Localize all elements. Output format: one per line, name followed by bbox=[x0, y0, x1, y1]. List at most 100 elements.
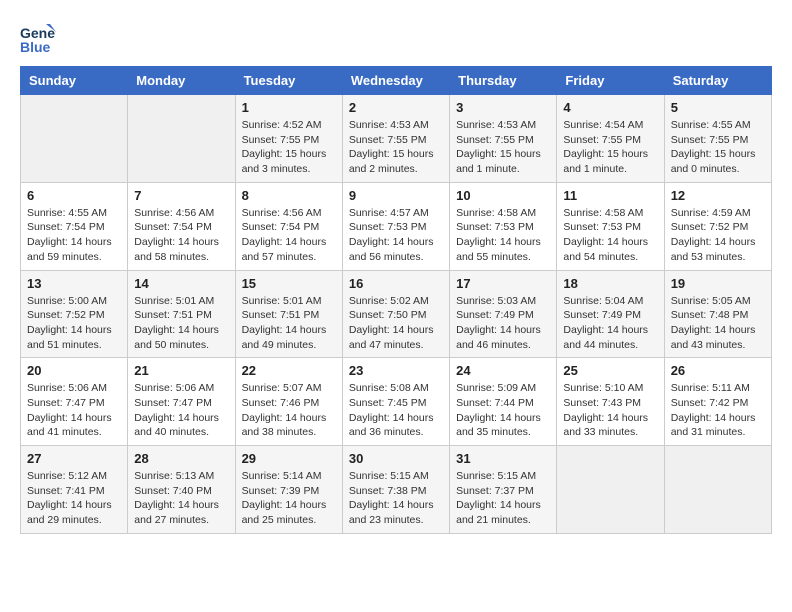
calendar-cell: 27 Sunrise: 5:12 AM Sunset: 7:41 PM Dayli… bbox=[21, 446, 128, 534]
day-number: 8 bbox=[242, 188, 336, 203]
weekday-header: Tuesday bbox=[235, 67, 342, 95]
day-info: Sunrise: 5:04 AM Sunset: 7:49 PM Dayligh… bbox=[563, 294, 657, 353]
day-number: 14 bbox=[134, 276, 228, 291]
day-info: Sunrise: 5:14 AM Sunset: 7:39 PM Dayligh… bbox=[242, 469, 336, 528]
day-number: 24 bbox=[456, 363, 550, 378]
calendar-cell: 3 Sunrise: 4:53 AM Sunset: 7:55 PM Daylig… bbox=[450, 95, 557, 183]
day-info: Sunrise: 4:59 AM Sunset: 7:52 PM Dayligh… bbox=[671, 206, 765, 265]
day-number: 16 bbox=[349, 276, 443, 291]
day-number: 4 bbox=[563, 100, 657, 115]
day-info: Sunrise: 4:58 AM Sunset: 7:53 PM Dayligh… bbox=[563, 206, 657, 265]
day-info: Sunrise: 4:52 AM Sunset: 7:55 PM Dayligh… bbox=[242, 118, 336, 177]
calendar-cell: 2 Sunrise: 4:53 AM Sunset: 7:55 PM Daylig… bbox=[342, 95, 449, 183]
svg-text:Blue: Blue bbox=[20, 39, 51, 55]
calendar-cell: 26 Sunrise: 5:11 AM Sunset: 7:42 PM Dayli… bbox=[664, 358, 771, 446]
day-info: Sunrise: 5:13 AM Sunset: 7:40 PM Dayligh… bbox=[134, 469, 228, 528]
day-number: 30 bbox=[349, 451, 443, 466]
day-info: Sunrise: 5:06 AM Sunset: 7:47 PM Dayligh… bbox=[134, 381, 228, 440]
day-info: Sunrise: 5:01 AM Sunset: 7:51 PM Dayligh… bbox=[242, 294, 336, 353]
day-number: 20 bbox=[27, 363, 121, 378]
logo-icon: General Blue bbox=[20, 20, 56, 56]
day-info: Sunrise: 5:10 AM Sunset: 7:43 PM Dayligh… bbox=[563, 381, 657, 440]
day-number: 1 bbox=[242, 100, 336, 115]
day-info: Sunrise: 4:55 AM Sunset: 7:54 PM Dayligh… bbox=[27, 206, 121, 265]
day-number: 27 bbox=[27, 451, 121, 466]
calendar-cell: 19Sunrise: 5:05 AM Sunset: 7:48 PM Dayli… bbox=[664, 270, 771, 358]
weekday-header: Thursday bbox=[450, 67, 557, 95]
day-number: 3 bbox=[456, 100, 550, 115]
day-info: Sunrise: 5:15 AM Sunset: 7:38 PM Dayligh… bbox=[349, 469, 443, 528]
calendar-cell: 22 Sunrise: 5:07 AM Sunset: 7:46 PM Dayli… bbox=[235, 358, 342, 446]
day-number: 26 bbox=[671, 363, 765, 378]
calendar-cell: 20 Sunrise: 5:06 AM Sunset: 7:47 PM Dayli… bbox=[21, 358, 128, 446]
calendar-cell: 16Sunrise: 5:02 AM Sunset: 7:50 PM Dayli… bbox=[342, 270, 449, 358]
day-info: Sunrise: 5:09 AM Sunset: 7:44 PM Dayligh… bbox=[456, 381, 550, 440]
calendar-cell: 18 Sunrise: 5:04 AM Sunset: 7:49 PM Dayli… bbox=[557, 270, 664, 358]
day-number: 15 bbox=[242, 276, 336, 291]
weekday-header: Saturday bbox=[664, 67, 771, 95]
calendar-cell: 29 Sunrise: 5:14 AM Sunset: 7:39 PM Dayli… bbox=[235, 446, 342, 534]
day-info: Sunrise: 4:53 AM Sunset: 7:55 PM Dayligh… bbox=[456, 118, 550, 177]
weekday-header: Monday bbox=[128, 67, 235, 95]
calendar-cell: 30 Sunrise: 5:15 AM Sunset: 7:38 PM Dayli… bbox=[342, 446, 449, 534]
calendar-cell bbox=[664, 446, 771, 534]
day-number: 25 bbox=[563, 363, 657, 378]
day-number: 22 bbox=[242, 363, 336, 378]
calendar-cell bbox=[557, 446, 664, 534]
day-info: Sunrise: 5:11 AM Sunset: 7:42 PM Dayligh… bbox=[671, 381, 765, 440]
day-info: Sunrise: 4:56 AM Sunset: 7:54 PM Dayligh… bbox=[242, 206, 336, 265]
calendar-cell: 24 Sunrise: 5:09 AM Sunset: 7:44 PM Dayli… bbox=[450, 358, 557, 446]
calendar-cell: 1 Sunrise: 4:52 AM Sunset: 7:55 PM Daylig… bbox=[235, 95, 342, 183]
day-info: Sunrise: 5:06 AM Sunset: 7:47 PM Dayligh… bbox=[27, 381, 121, 440]
calendar-cell: 9Sunrise: 4:57 AM Sunset: 7:53 PM Daylig… bbox=[342, 182, 449, 270]
day-info: Sunrise: 4:56 AM Sunset: 7:54 PM Dayligh… bbox=[134, 206, 228, 265]
calendar-cell: 23 Sunrise: 5:08 AM Sunset: 7:45 PM Dayli… bbox=[342, 358, 449, 446]
calendar-table: SundayMondayTuesdayWednesdayThursdayFrid… bbox=[20, 66, 772, 534]
calendar-cell: 11 Sunrise: 4:58 AM Sunset: 7:53 PM Dayli… bbox=[557, 182, 664, 270]
weekday-header: Wednesday bbox=[342, 67, 449, 95]
calendar-cell: 7 Sunrise: 4:56 AM Sunset: 7:54 PM Daylig… bbox=[128, 182, 235, 270]
day-info: Sunrise: 5:12 AM Sunset: 7:41 PM Dayligh… bbox=[27, 469, 121, 528]
logo: General Blue bbox=[20, 20, 60, 56]
day-number: 18 bbox=[563, 276, 657, 291]
day-number: 2 bbox=[349, 100, 443, 115]
calendar-cell: 12 Sunrise: 4:59 AM Sunset: 7:52 PM Dayli… bbox=[664, 182, 771, 270]
day-info: Sunrise: 4:55 AM Sunset: 7:55 PM Dayligh… bbox=[671, 118, 765, 177]
day-number: 29 bbox=[242, 451, 336, 466]
day-number: 7 bbox=[134, 188, 228, 203]
day-info: Sunrise: 4:54 AM Sunset: 7:55 PM Dayligh… bbox=[563, 118, 657, 177]
day-info: Sunrise: 4:53 AM Sunset: 7:55 PM Dayligh… bbox=[349, 118, 443, 177]
page-header: General Blue bbox=[20, 20, 772, 56]
day-number: 6 bbox=[27, 188, 121, 203]
day-number: 28 bbox=[134, 451, 228, 466]
day-number: 12 bbox=[671, 188, 765, 203]
day-number: 21 bbox=[134, 363, 228, 378]
day-number: 10 bbox=[456, 188, 550, 203]
calendar-cell: 8 Sunrise: 4:56 AM Sunset: 7:54 PM Daylig… bbox=[235, 182, 342, 270]
day-number: 31 bbox=[456, 451, 550, 466]
calendar-cell: 10 Sunrise: 4:58 AM Sunset: 7:53 PM Dayli… bbox=[450, 182, 557, 270]
day-info: Sunrise: 5:07 AM Sunset: 7:46 PM Dayligh… bbox=[242, 381, 336, 440]
day-number: 5 bbox=[671, 100, 765, 115]
day-number: 23 bbox=[349, 363, 443, 378]
calendar-cell: 5 Sunrise: 4:55 AM Sunset: 7:55 PM Daylig… bbox=[664, 95, 771, 183]
calendar-cell bbox=[21, 95, 128, 183]
day-info: Sunrise: 5:01 AM Sunset: 7:51 PM Dayligh… bbox=[134, 294, 228, 353]
calendar-cell: 31 Sunrise: 5:15 AM Sunset: 7:37 PM Dayli… bbox=[450, 446, 557, 534]
calendar-header: SundayMondayTuesdayWednesdayThursdayFrid… bbox=[21, 67, 772, 95]
calendar-cell: 21 Sunrise: 5:06 AM Sunset: 7:47 PM Dayli… bbox=[128, 358, 235, 446]
calendar-cell: 28 Sunrise: 5:13 AM Sunset: 7:40 PM Dayli… bbox=[128, 446, 235, 534]
day-info: Sunrise: 5:03 AM Sunset: 7:49 PM Dayligh… bbox=[456, 294, 550, 353]
calendar-cell: 15 Sunrise: 5:01 AM Sunset: 7:51 PM Dayli… bbox=[235, 270, 342, 358]
calendar-cell: 4 Sunrise: 4:54 AM Sunset: 7:55 PM Daylig… bbox=[557, 95, 664, 183]
day-info: Sunrise: 5:08 AM Sunset: 7:45 PM Dayligh… bbox=[349, 381, 443, 440]
calendar-cell: 14 Sunrise: 5:01 AM Sunset: 7:51 PM Dayli… bbox=[128, 270, 235, 358]
day-number: 13 bbox=[27, 276, 121, 291]
day-number: 11 bbox=[563, 188, 657, 203]
day-number: 9 bbox=[349, 188, 443, 203]
day-number: 17 bbox=[456, 276, 550, 291]
day-info: Sunrise: 5:15 AM Sunset: 7:37 PM Dayligh… bbox=[456, 469, 550, 528]
weekday-header: Friday bbox=[557, 67, 664, 95]
calendar-cell: 6 Sunrise: 4:55 AM Sunset: 7:54 PM Daylig… bbox=[21, 182, 128, 270]
day-info: Sunrise: 4:58 AM Sunset: 7:53 PM Dayligh… bbox=[456, 206, 550, 265]
